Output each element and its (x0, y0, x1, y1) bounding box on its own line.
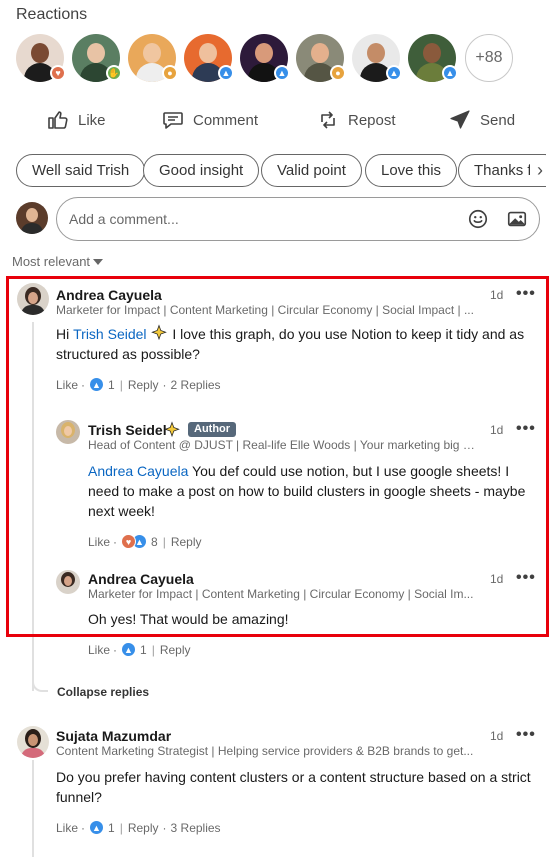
like-reaction-icon: ▲ (442, 65, 458, 81)
emoji-icon[interactable] (467, 208, 489, 230)
replies-count[interactable]: 3 Replies (171, 821, 221, 835)
like-button[interactable]: Like (46, 104, 106, 136)
insightful-reaction-icon: ● (330, 65, 346, 81)
reactor-avatar[interactable]: ▲ (184, 34, 234, 82)
repost-label: Repost (348, 111, 396, 129)
comment-actions: Like · ▲ 1 | Reply (88, 642, 191, 657)
thumbs-up-icon (48, 111, 68, 129)
repost-button[interactable]: Repost (316, 104, 396, 136)
sort-label: Most relevant (12, 254, 91, 269)
reactor-avatar[interactable]: ▲ (240, 34, 290, 82)
heart-reaction-icon: ♥ (50, 65, 66, 81)
send-button[interactable]: Send (448, 104, 515, 136)
send-icon (450, 110, 470, 129)
chip-suggestion[interactable]: Good insight (143, 154, 260, 187)
commenter-headline: Content Marketing Strategist | Helping s… (56, 744, 474, 758)
like-label: Like (78, 111, 106, 129)
reactor-avatar[interactable]: ● (296, 34, 346, 82)
avatar (16, 202, 48, 234)
like-reaction-icon: ▲ (274, 65, 290, 81)
commenter-name[interactable]: Sujata Mazumdar (56, 728, 171, 744)
send-label: Send (480, 111, 516, 129)
reply-button[interactable]: Reply (160, 643, 191, 657)
avatar[interactable] (17, 726, 49, 758)
like-comment-button[interactable]: Like (56, 821, 78, 835)
reactor-avatar[interactable]: ▲ (352, 34, 402, 82)
chip-suggestion[interactable]: Well said Trish (16, 154, 146, 187)
reactors-row: ♥ ✋ ● ▲ ▲ ● ▲ ▲ +88 (16, 34, 536, 84)
like-reaction-icon: ▲ (89, 820, 105, 835)
highlight-box (6, 276, 549, 637)
comment-timestamp: 1d (490, 729, 504, 743)
image-icon[interactable] (506, 208, 528, 230)
comment-input[interactable]: Add a comment... (56, 197, 540, 241)
more-reactors-button[interactable]: +88 (465, 34, 513, 82)
comment-actions: Like · ▲ 1 | Reply · 3 Replies (56, 820, 221, 835)
reply-button[interactable]: Reply (128, 821, 159, 835)
reaction-count[interactable]: 1 (140, 643, 147, 657)
reaction-count[interactable]: 1 (108, 821, 115, 835)
chip-suggestion[interactable]: Love this (365, 154, 458, 187)
caret-down-icon (93, 258, 104, 265)
action-bar: Like Comment Repost Send (0, 104, 556, 136)
comment-label: Comment (193, 111, 259, 129)
chevron-right-icon[interactable]: › (530, 160, 550, 180)
reactor-avatar[interactable]: ▲ (408, 34, 458, 82)
reactions-title: Reactions (16, 6, 88, 23)
comment-body: Do you prefer having content clusters or… (56, 769, 531, 805)
thread-line (32, 760, 34, 857)
suggestion-chips: Well said Trish Good insight Valid point… (16, 154, 546, 188)
insightful-reaction-icon: ● (162, 65, 178, 81)
support-reaction-icon: ✋ (106, 65, 122, 81)
collapse-replies-button[interactable]: Collapse replies (57, 685, 149, 699)
comment-text: Do you prefer having content clusters or… (56, 767, 536, 807)
reactor-avatar[interactable]: ✋ (72, 34, 122, 82)
more-options-icon[interactable]: ••• (516, 727, 536, 743)
repost-icon (321, 111, 335, 129)
reactor-avatar[interactable]: ♥ (16, 34, 66, 82)
like-reaction-icon: ▲ (218, 65, 234, 81)
comment-icon (163, 112, 183, 129)
like-comment-button[interactable]: Like (88, 643, 110, 657)
heart-reaction-icon: ♥ (121, 534, 137, 549)
comment-button[interactable]: Comment (161, 104, 258, 136)
reactor-avatar[interactable]: ● (128, 34, 178, 82)
sort-dropdown[interactable]: Most relevant (12, 254, 104, 269)
comment-input-placeholder: Add a comment... (69, 211, 179, 227)
thread-curve (32, 672, 48, 692)
like-reaction-icon: ▲ (121, 642, 137, 657)
chip-suggestion[interactable]: Valid point (261, 154, 362, 187)
like-reaction-icon: ▲ (386, 65, 402, 81)
